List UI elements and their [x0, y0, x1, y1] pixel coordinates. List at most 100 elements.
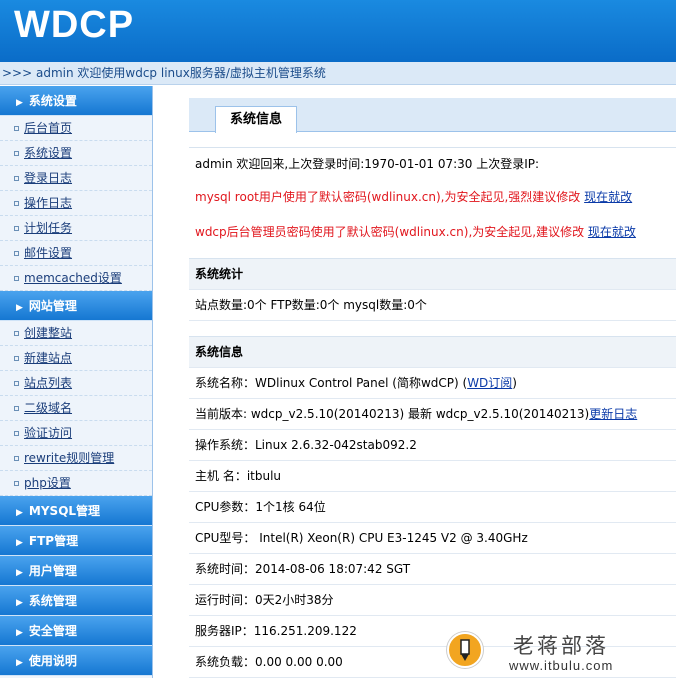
- group-title: 网站管理: [28, 299, 77, 313]
- fix-admin-password-link[interactable]: 现在就改: [588, 225, 636, 239]
- sidebar-group-ftp[interactable]: ▶ FTP管理: [0, 526, 152, 556]
- warning-text: wdcp后台管理员密码使用了默认密码(wdlinux.cn),为安全起见,建议修…: [195, 225, 585, 239]
- bullet-icon: [14, 481, 19, 486]
- system-info-box: 系统信息 系统名称：WDlinux Control Panel (简称wdCP)…: [189, 336, 676, 678]
- sidebar: ▶ 系统设置 后台首页 系统设置 登录日志 操作日志 计划任务 邮件设置 memc…: [0, 86, 153, 678]
- sidebar-link[interactable]: 邮件设置: [24, 246, 72, 260]
- sidebar-group-sites[interactable]: ▶ 网站管理: [0, 291, 152, 321]
- sidebar-item-create-full[interactable]: 创建整站: [0, 321, 152, 346]
- bullet-icon: [14, 126, 19, 131]
- sidebar-item-home[interactable]: 后台首页: [0, 116, 152, 141]
- changelog-link[interactable]: 更新日志: [589, 407, 637, 421]
- arrow-icon: ▶: [16, 628, 23, 638]
- info-time: 系统时间：2014-08-06 18:07:42 SGT: [189, 554, 676, 585]
- sidebar-item-rewrite[interactable]: rewrite规则管理: [0, 446, 152, 471]
- info-version: 当前版本: wdcp_v2.5.10(20140213) 最新 wdcp_v2.…: [189, 399, 676, 430]
- welcome-text: admin 欢迎回来,上次登录时间:1970-01-01 07:30 上次登录I…: [195, 157, 540, 171]
- watermark-name: 老蒋部落: [513, 634, 609, 658]
- sidebar-link[interactable]: 验证访问: [24, 426, 72, 440]
- sidebar-item-memcached[interactable]: memcached设置: [0, 266, 152, 291]
- info-title: 系统信息: [189, 337, 676, 368]
- sidebar-item-settings[interactable]: 系统设置: [0, 141, 152, 166]
- info-uptime: 运行时间：0天2小时38分: [189, 585, 676, 616]
- sidebar-link[interactable]: 二级域名: [24, 401, 72, 415]
- bullet-icon: [14, 456, 19, 461]
- stats-title: 系统统计: [189, 259, 676, 290]
- main-content: 系统信息 admin 欢迎回来,上次登录时间:1970-01-01 07:30 …: [163, 86, 676, 678]
- group-title: 使用说明: [28, 654, 77, 668]
- bullet-icon: [14, 176, 19, 181]
- bullet-icon: [14, 226, 19, 231]
- sidebar-item-php[interactable]: php设置: [0, 471, 152, 496]
- arrow-icon: ▶: [16, 598, 23, 608]
- header: WDCP: [0, 0, 676, 62]
- sidebar-link[interactable]: 创建整站: [24, 326, 72, 340]
- arrow-icon: ▶: [16, 658, 23, 668]
- group-title: FTP管理: [28, 534, 79, 548]
- wd-subscribe-link[interactable]: WD订阅: [467, 376, 512, 390]
- bullet-icon: [14, 406, 19, 411]
- admin-password-warning: wdcp后台管理员密码使用了默认密码(wdlinux.cn),为安全起见,建议修…: [189, 215, 676, 250]
- bullet-icon: [14, 276, 19, 281]
- group-title: 系统管理: [28, 594, 77, 608]
- tab-bar: 系统信息: [189, 98, 676, 133]
- arrow-icon: ▶: [16, 538, 23, 548]
- sidebar-link[interactable]: 系统设置: [24, 146, 72, 160]
- stats-values: 站点数量:0个 FTP数量:0个 mysql数量:0个: [189, 290, 676, 321]
- info-os: 操作系统：Linux 2.6.32-042stab092.2: [189, 430, 676, 461]
- sidebar-link[interactable]: 站点列表: [24, 376, 72, 390]
- sidebar-link[interactable]: 操作日志: [24, 196, 72, 210]
- pen-logo-icon: [447, 632, 483, 668]
- bullet-icon: [14, 381, 19, 386]
- sidebar-item-auth[interactable]: 验证访问: [0, 421, 152, 446]
- sidebar-item-mail[interactable]: 邮件设置: [0, 241, 152, 266]
- bullet-icon: [14, 331, 19, 336]
- sidebar-link[interactable]: 新建站点: [24, 351, 72, 365]
- info-system-name: 系统名称：WDlinux Control Panel (简称wdCP) (WD订…: [189, 368, 676, 399]
- arrow-icon: ▶: [16, 98, 23, 108]
- group-title: 用户管理: [28, 564, 77, 578]
- sidebar-link[interactable]: 计划任务: [24, 221, 72, 235]
- sidebar-group-sysadmin[interactable]: ▶ 系统管理: [0, 586, 152, 616]
- group-title: 安全管理: [28, 624, 77, 638]
- arrow-icon: ▶: [16, 303, 23, 313]
- bullet-icon: [14, 431, 19, 436]
- group-title: 系统设置: [28, 94, 77, 108]
- info-text: ): [512, 376, 517, 390]
- sidebar-item-site-list[interactable]: 站点列表: [0, 371, 152, 396]
- sidebar-item-new-site[interactable]: 新建站点: [0, 346, 152, 371]
- bullet-icon: [14, 356, 19, 361]
- sidebar-group-system[interactable]: ▶ 系统设置: [0, 86, 152, 116]
- sidebar-link[interactable]: 后台首页: [24, 121, 72, 135]
- sidebar-link[interactable]: 登录日志: [24, 171, 72, 185]
- sidebar-link[interactable]: memcached设置: [24, 271, 122, 285]
- sidebar-group-users[interactable]: ▶ 用户管理: [0, 556, 152, 586]
- watermark-url: www.itbulu.com: [509, 658, 614, 673]
- fix-mysql-password-link[interactable]: 现在就改: [584, 190, 632, 204]
- sidebar-item-op-log[interactable]: 操作日志: [0, 191, 152, 216]
- stats-box: 系统统计 站点数量:0个 FTP数量:0个 mysql数量:0个: [189, 258, 676, 321]
- info-cpu-model: CPU型号： Intel(R) Xeon(R) CPU E3-1245 V2 @…: [189, 523, 676, 554]
- sidebar-group-help[interactable]: ▶ 使用说明: [0, 646, 152, 676]
- info-cpu: CPU参数：1个1核 64位: [189, 492, 676, 523]
- sidebar-item-login-log[interactable]: 登录日志: [0, 166, 152, 191]
- bullet-icon: [14, 151, 19, 156]
- tab-system-info[interactable]: 系统信息: [215, 106, 297, 133]
- sidebar-group-mysql[interactable]: ▶ MYSQL管理: [0, 496, 152, 526]
- logo: WDCP: [14, 4, 135, 46]
- info-text: 当前版本: wdcp_v2.5.10(20140213) 最新 wdcp_v2.…: [195, 407, 590, 421]
- watermark: 老蒋部落 www.itbulu.com: [447, 630, 667, 676]
- warning-text: mysql root用户使用了默认密码(wdlinux.cn),为安全起见,强烈…: [195, 190, 581, 204]
- welcome-box: admin 欢迎回来,上次登录时间:1970-01-01 07:30 上次登录I…: [189, 147, 676, 250]
- sidebar-item-cron[interactable]: 计划任务: [0, 216, 152, 241]
- arrow-icon: ▶: [16, 568, 23, 578]
- bullet-icon: [14, 201, 19, 206]
- info-hostname: 主机 名：itbulu: [189, 461, 676, 492]
- sidebar-group-security[interactable]: ▶ 安全管理: [0, 616, 152, 646]
- sidebar-item-subdomain[interactable]: 二级域名: [0, 396, 152, 421]
- arrow-icon: ▶: [16, 508, 23, 518]
- breadcrumb: >>> admin 欢迎使用wdcp linux服务器/虚拟主机管理系统: [0, 62, 676, 85]
- sidebar-link[interactable]: php设置: [24, 476, 71, 490]
- bullet-icon: [14, 251, 19, 256]
- sidebar-link[interactable]: rewrite规则管理: [24, 451, 114, 465]
